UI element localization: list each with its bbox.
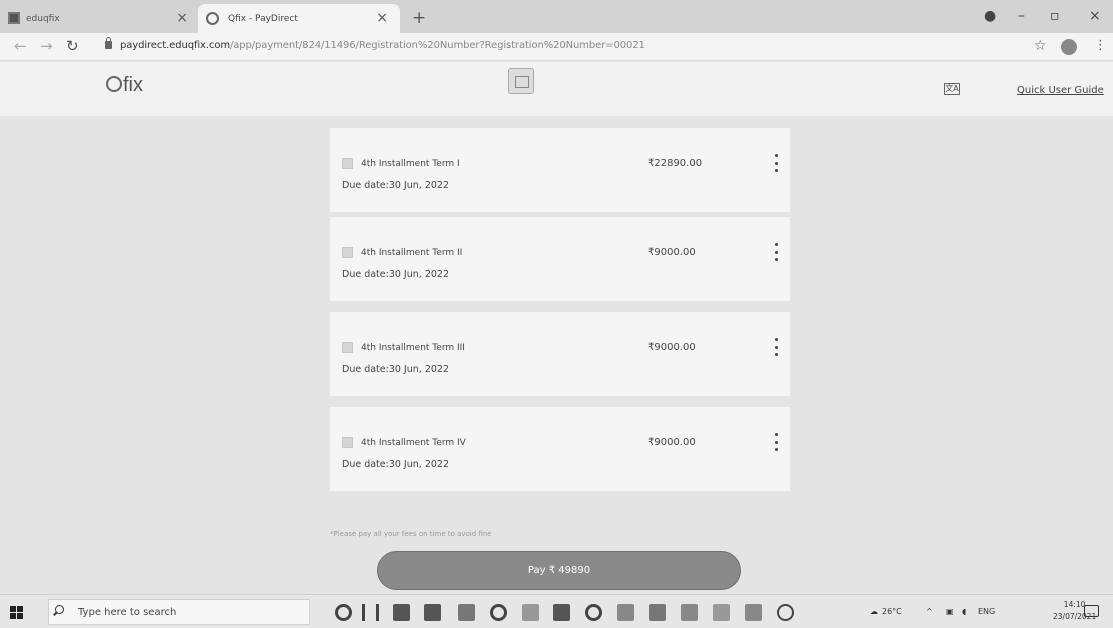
more-options-icon[interactable]: [774, 154, 778, 172]
weather-icon[interactable]: ☁: [870, 607, 878, 616]
installment-card: 4th Installment Term III ₹9000.00 Due da…: [330, 312, 790, 396]
avatar[interactable]: [1061, 39, 1077, 55]
language-icon[interactable]: 文A: [944, 83, 960, 95]
minimize-icon[interactable]: –: [1018, 8, 1025, 24]
installment-amount: ₹9000.00: [648, 342, 696, 353]
app-icon[interactable]: [681, 604, 698, 621]
installment-name: 4th Installment Term II: [361, 248, 463, 258]
school-crest-icon: [508, 68, 534, 94]
cortana-icon[interactable]: [335, 604, 352, 621]
url-path: /app/payment/824/11496/Registration%20Nu…: [230, 40, 645, 51]
installment-due-date: Due date:30 Jun, 2022: [342, 269, 449, 280]
app-icon[interactable]: [649, 604, 666, 621]
installment-checkbox[interactable]: [342, 342, 353, 353]
browser-menu-icon[interactable]: ⋮: [1094, 38, 1107, 53]
search-icon: [55, 605, 64, 614]
new-tab-button[interactable]: +: [412, 8, 426, 28]
installment-due-date: Due date:30 Jun, 2022: [342, 459, 449, 470]
tab-title: Qfix - PayDirect: [228, 13, 298, 24]
document-icon[interactable]: [745, 604, 762, 621]
tab-title: eduqfix: [26, 13, 60, 24]
file-explorer-icon[interactable]: [617, 604, 634, 621]
address-bar: ← → ↻ paydirect.eduqfix.com/app/payment/…: [0, 33, 1113, 61]
more-options-icon[interactable]: [774, 433, 778, 451]
notification-icon[interactable]: [1084, 605, 1099, 617]
installment-checkbox[interactable]: [342, 158, 353, 169]
windows-start-icon[interactable]: [10, 606, 23, 619]
installment-amount: ₹9000.00: [648, 437, 696, 448]
url-field[interactable]: paydirect.eduqfix.com/app/payment/824/11…: [120, 40, 645, 51]
payment-note: *Please pay all your fees on time to avo…: [330, 530, 492, 538]
installment-name: 4th Installment Term III: [361, 343, 465, 353]
installment-card: 4th Installment Term IV ₹9000.00 Due dat…: [330, 407, 790, 491]
window-close-icon[interactable]: ×: [1089, 8, 1101, 24]
qfix-favicon-icon: [206, 12, 219, 25]
eduqfix-favicon-icon: [8, 12, 20, 24]
app-icon[interactable]: [522, 604, 539, 621]
more-options-icon[interactable]: [774, 338, 778, 356]
app-icon[interactable]: [553, 604, 570, 621]
lock-icon[interactable]: [105, 37, 112, 49]
outlook-icon[interactable]: [424, 604, 441, 621]
installment-checkbox[interactable]: [342, 437, 353, 448]
taskbar: Type here to search ☁ 26°C ^ ▣ ◖ ENG 14:…: [0, 594, 1113, 628]
quick-user-guide-link[interactable]: Quick User Guide: [1017, 85, 1104, 96]
app-icon[interactable]: [458, 604, 475, 621]
forward-icon[interactable]: →: [40, 38, 53, 54]
task-view-icon[interactable]: [362, 604, 379, 621]
page-header: fix 文A Quick User Guide: [0, 62, 1113, 116]
pay-button[interactable]: Pay ₹ 49890: [377, 551, 741, 590]
installment-amount: ₹22890.00: [648, 158, 703, 169]
installment-card: 4th Installment Term II ₹9000.00 Due dat…: [330, 217, 790, 301]
bookmark-star-icon[interactable]: ☆: [1034, 38, 1047, 54]
installment-amount: ₹9000.00: [648, 247, 696, 258]
url-domain: paydirect.eduqfix.com: [120, 40, 230, 51]
browser-tab-paydirect[interactable]: Qfix - PayDirect ×: [198, 4, 400, 33]
installment-checkbox[interactable]: [342, 247, 353, 258]
language-indicator[interactable]: ENG: [978, 607, 995, 616]
installment-due-date: Due date:30 Jun, 2022: [342, 364, 449, 375]
browser-tab-strip: eduqfix × Qfix - PayDirect × + ● – ▫ ×: [0, 0, 1113, 33]
qfix-q-icon: [106, 76, 122, 92]
maximize-icon[interactable]: ▫: [1050, 8, 1060, 24]
taskbar-search-input[interactable]: Type here to search: [48, 599, 310, 625]
record-icon[interactable]: ●: [984, 8, 996, 24]
browser-tab-eduqfix[interactable]: eduqfix ×: [0, 4, 200, 33]
reload-icon[interactable]: ↻: [66, 38, 79, 54]
app-icon[interactable]: [777, 604, 794, 621]
payment-main: 4th Installment Term I ₹22890.00 Due dat…: [0, 116, 1113, 594]
chevron-up-icon[interactable]: ^: [926, 607, 933, 616]
store-icon[interactable]: [393, 604, 410, 621]
close-icon[interactable]: ×: [376, 11, 388, 25]
edge-icon[interactable]: [490, 604, 507, 621]
temperature[interactable]: 26°C: [882, 607, 902, 616]
chrome-icon[interactable]: [585, 604, 602, 621]
app-icon[interactable]: [713, 604, 730, 621]
close-icon[interactable]: ×: [176, 11, 188, 25]
installment-name: 4th Installment Term IV: [361, 438, 466, 448]
installment-due-date: Due date:30 Jun, 2022: [342, 180, 449, 191]
qfix-logo[interactable]: fix: [106, 74, 143, 97]
more-options-icon[interactable]: [774, 243, 778, 261]
installment-card: 4th Installment Term I ₹22890.00 Due dat…: [330, 128, 790, 212]
network-icon[interactable]: ▣: [946, 607, 954, 616]
volume-icon[interactable]: ◖: [962, 607, 966, 616]
installment-name: 4th Installment Term I: [361, 159, 460, 169]
back-icon[interactable]: ←: [14, 38, 27, 54]
search-placeholder: Type here to search: [78, 607, 177, 618]
